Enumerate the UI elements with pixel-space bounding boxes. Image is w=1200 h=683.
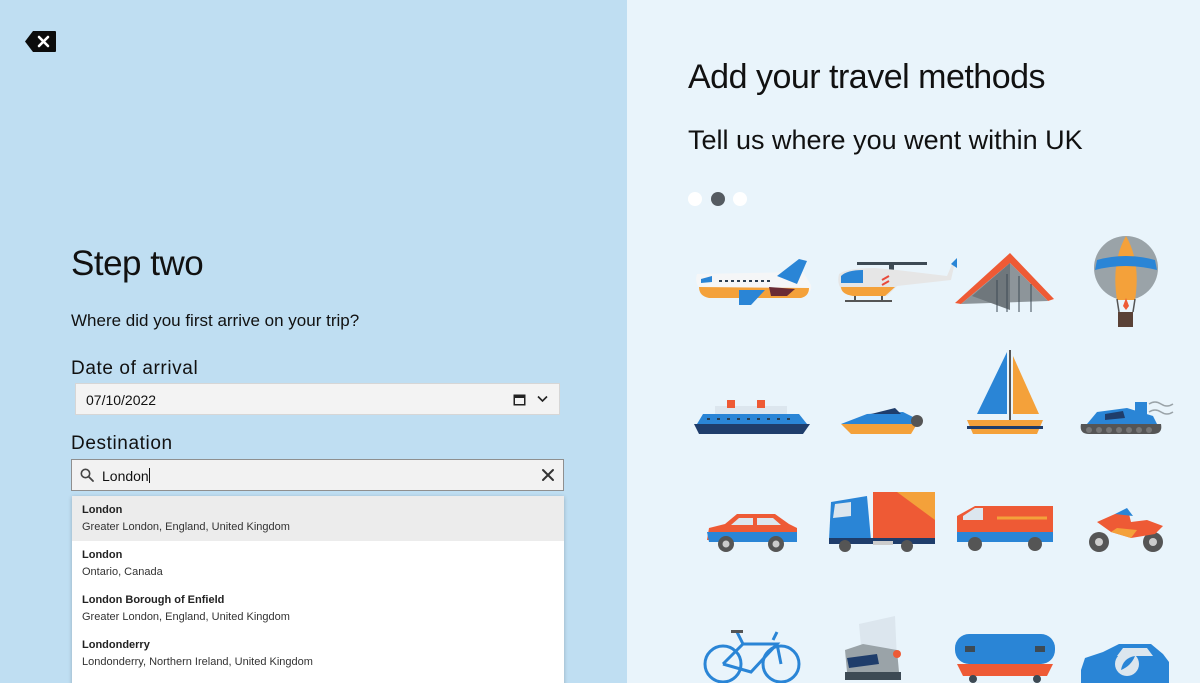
destination-search-input[interactable]: London <box>71 459 564 491</box>
backspace-close-icon[interactable] <box>24 30 57 53</box>
clear-icon[interactable] <box>541 468 555 482</box>
motorcycle-icon <box>1089 508 1163 552</box>
suggestion-name: Londonderry <box>82 639 150 651</box>
destination-suggestions-list: London Greater London, England, United K… <box>72 496 564 683</box>
bicycle-icon <box>703 630 801 683</box>
speedboat-icon <box>841 408 923 434</box>
destination-label: Destination <box>71 433 173 454</box>
transport-illustrations <box>694 236 1174 683</box>
suggestion-item[interactable]: London Greater London, England, United K… <box>72 496 564 541</box>
sailboat-icon <box>967 350 1043 434</box>
chevron-down-icon[interactable] <box>537 395 548 403</box>
rollerblade-icon <box>845 616 901 680</box>
suggestion-name: London Borough of Enfield <box>82 594 225 606</box>
search-icon <box>80 468 94 482</box>
suggestion-name: London <box>82 549 123 561</box>
airplane-icon <box>696 259 812 305</box>
date-label: Date of arrival <box>71 358 199 379</box>
hot-air-balloon-icon <box>1094 236 1158 327</box>
date-of-arrival-input[interactable]: 07/10/2022 <box>75 383 560 415</box>
date-value: 07/10/2022 <box>86 392 157 408</box>
hovercraft-icon <box>1080 401 1174 434</box>
skateboard-icon <box>955 634 1055 683</box>
van-icon <box>957 506 1053 551</box>
suggestion-item[interactable]: Londonderry Londonderry, Northern Irelan… <box>72 631 564 676</box>
car-icon <box>707 514 797 552</box>
suggestion-detail: Ontario, Canada <box>82 566 163 578</box>
helicopter-icon <box>838 258 957 302</box>
hang-glider-icon <box>955 253 1054 312</box>
destination-value: London <box>102 468 150 484</box>
step-question: Where did you first arrive on your trip? <box>71 311 360 330</box>
suggestion-detail: Londonderry, Northern Ireland, United Ki… <box>82 656 313 668</box>
suggestion-item[interactable]: London Borough of Enfield Greater London… <box>72 586 564 631</box>
info-panel: Add your travel methods Tell us where yo… <box>627 0 1200 683</box>
step-title: Step two <box>71 244 204 283</box>
form-panel: Step two Where did you first arrive on y… <box>0 0 627 683</box>
suggestion-item[interactable]: London Ontario, Canada <box>72 541 564 586</box>
cruise-ship-icon <box>694 400 810 434</box>
suggestion-name: London <box>82 504 123 516</box>
calendar-icon[interactable] <box>513 393 526 406</box>
electric-car-icon <box>1081 644 1169 683</box>
lorry-icon <box>829 492 935 552</box>
suggestion-detail: Greater London, England, United Kingdom <box>82 521 290 533</box>
suggestion-detail: Greater London, England, United Kingdom <box>82 611 290 623</box>
text-cursor <box>148 468 150 483</box>
